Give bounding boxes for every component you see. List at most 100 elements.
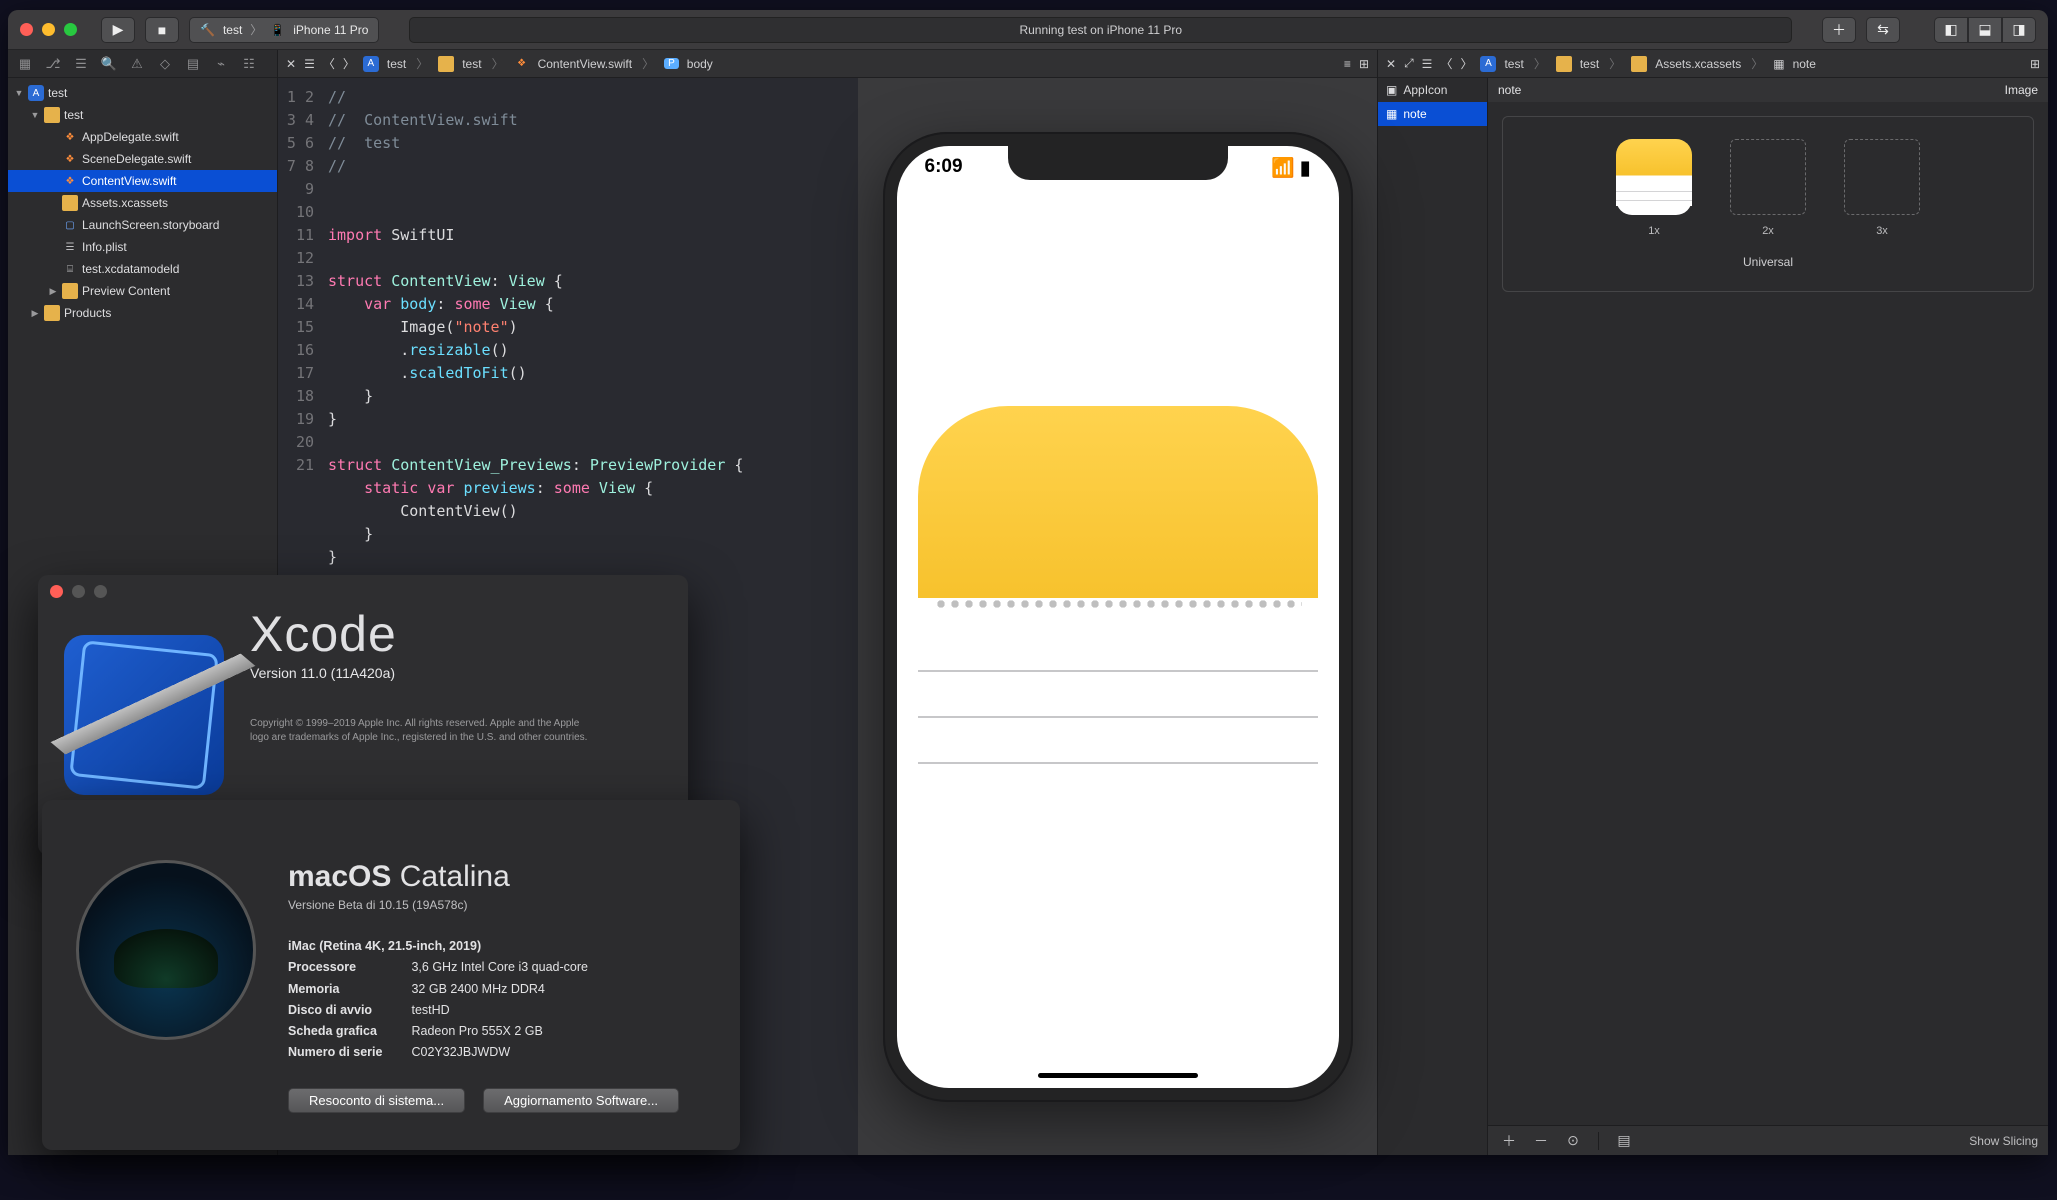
- related-items-icon[interactable]: ☰: [1422, 57, 1433, 71]
- xcode-app-icon: [64, 635, 224, 795]
- about-xcode-version: Version 11.0 (11A420a): [250, 665, 590, 681]
- forward-icon[interactable]: 〉: [343, 55, 355, 72]
- appicon-icon: ▣: [1386, 83, 1397, 97]
- report-navigator-icon[interactable]: ☷: [240, 56, 258, 72]
- jumpbar-proj[interactable]: test: [1504, 57, 1523, 71]
- window-controls: [20, 23, 77, 36]
- related-items-icon[interactable]: ☰: [304, 57, 315, 71]
- zoom-window-icon[interactable]: [64, 23, 77, 36]
- minimize-window-icon[interactable]: [42, 23, 55, 36]
- outline-view-button[interactable]: ▤: [1613, 1132, 1635, 1149]
- test-navigator-icon[interactable]: ◇: [156, 56, 174, 72]
- close-split-icon[interactable]: ✕: [286, 57, 296, 71]
- xcodeproj-icon: A: [363, 56, 379, 72]
- back-icon[interactable]: 〈: [323, 55, 335, 72]
- software-update-button[interactable]: Aggiornamento Software...: [483, 1088, 679, 1113]
- editor-options-icon[interactable]: ≡: [1344, 57, 1351, 71]
- jumpbar-assets-file[interactable]: Assets.xcassets: [1655, 57, 1741, 71]
- asset-footer: ＋ － ⊙ ▤ Show Slicing: [1488, 1125, 2048, 1155]
- find-navigator-icon[interactable]: 🔍: [100, 56, 118, 72]
- note-thumbnail-icon: [1616, 139, 1692, 215]
- add-asset-button[interactable]: ＋: [1498, 1131, 1520, 1151]
- toggle-navigator-button[interactable]: ◧: [1934, 17, 1968, 43]
- folder-products[interactable]: ▶Products: [8, 302, 277, 324]
- asset-item-note[interactable]: ▦note: [1378, 102, 1487, 126]
- titlebar: ▶ ■ 🔨 test 〉 📱 iPhone 11 Pro Running tes…: [8, 10, 2048, 50]
- project-root[interactable]: ▼Atest: [8, 82, 277, 104]
- system-report-button[interactable]: Resoconto di sistema...: [288, 1088, 465, 1113]
- phone-icon: 📱: [270, 23, 285, 37]
- run-button[interactable]: ▶: [101, 17, 135, 43]
- spec-gpu: Scheda grafica Radeon Pro 555X 2 GB: [288, 1021, 679, 1042]
- xcodeproj-icon: A: [1480, 56, 1496, 72]
- folder-previewcontent[interactable]: ▶Preview Content: [8, 280, 277, 302]
- minimize-window-icon[interactable]: [72, 585, 85, 598]
- well-2x[interactable]: 2x: [1730, 139, 1806, 237]
- jumpbar-editor[interactable]: ✕ ☰ 〈 〉 A test〉 test〉 ❖ ContentView.swif…: [278, 50, 1377, 78]
- asset-editor-pane: ✕ ⤢ ☰ 〈 〉 A test〉 test〉 Assets.xcassets〉…: [1378, 50, 2048, 1155]
- filter-asset-button[interactable]: ⊙: [1562, 1132, 1584, 1149]
- add-button[interactable]: ＋: [1822, 17, 1856, 43]
- imageset-idiom: Universal: [1521, 255, 2015, 269]
- add-editor-icon[interactable]: ⊞: [1359, 57, 1369, 71]
- about-xcode-copyright: Copyright © 1999–2019 Apple Inc. All rig…: [250, 717, 590, 744]
- asset-type: Image: [2005, 83, 2038, 97]
- about-mac-os: macOS Catalina: [288, 860, 679, 894]
- scheme-selector[interactable]: 🔨 test 〉 📱 iPhone 11 Pro: [189, 17, 379, 43]
- jumpbar-folder[interactable]: test: [462, 57, 481, 71]
- file-scenedelegate[interactable]: ❖SceneDelegate.swift: [8, 148, 277, 170]
- close-window-icon[interactable]: [20, 23, 33, 36]
- add-editor-icon[interactable]: ⊞: [2030, 57, 2040, 71]
- file-datamodel[interactable]: ⌸test.xcdatamodeld: [8, 258, 277, 280]
- panel-toggles: ◧ ⬓ ◨: [1934, 17, 2036, 43]
- code-review-button[interactable]: ⇆: [1866, 17, 1900, 43]
- show-slicing-button[interactable]: Show Slicing: [1969, 1134, 2038, 1148]
- simulator-phone: 6:09 📶 ▮: [883, 132, 1353, 1102]
- asset-item-label: AppIcon: [1403, 83, 1447, 97]
- project-name: test: [48, 86, 67, 100]
- file-label: test.xcdatamodeld: [82, 262, 179, 276]
- jumpbar-assets[interactable]: ✕ ⤢ ☰ 〈 〉 A test〉 test〉 Assets.xcassets〉…: [1378, 50, 2048, 78]
- debug-navigator-icon[interactable]: ▤: [184, 56, 202, 72]
- folder-icon: [1631, 56, 1647, 72]
- well-3x[interactable]: 3x: [1844, 139, 1920, 237]
- file-infoplist[interactable]: ☰Info.plist: [8, 236, 277, 258]
- asset-item-appicon[interactable]: ▣ AppIcon: [1378, 78, 1487, 102]
- jumpbar-symbol[interactable]: body: [687, 57, 713, 71]
- file-assets[interactable]: Assets.xcassets: [8, 192, 277, 214]
- about-mac-version: Versione Beta di 10.15 (19A578c): [288, 898, 679, 912]
- remove-asset-button[interactable]: －: [1530, 1131, 1552, 1151]
- spec-disk: Disco di avvio testHD: [288, 1000, 679, 1021]
- source-control-navigator-icon[interactable]: ⎇: [44, 56, 62, 72]
- symbol-navigator-icon[interactable]: ☰: [72, 56, 90, 72]
- zoom-window-icon[interactable]: [94, 585, 107, 598]
- jumpbar-asset-item[interactable]: note: [1793, 57, 1816, 71]
- expand-icon[interactable]: ⤢: [1404, 56, 1414, 71]
- spec-cpu: Processore 3,6 GHz Intel Core i3 quad-co…: [288, 957, 679, 978]
- toggle-debug-button[interactable]: ⬓: [1968, 17, 2002, 43]
- well-1x[interactable]: 1x: [1616, 139, 1692, 237]
- close-split-icon[interactable]: ✕: [1386, 57, 1396, 71]
- spec-model: iMac (Retina 4K, 21.5-inch, 2019): [288, 936, 679, 957]
- project-navigator-icon[interactable]: ▦: [16, 56, 34, 72]
- close-window-icon[interactable]: [50, 585, 63, 598]
- breakpoint-navigator-icon[interactable]: ⌁: [212, 56, 230, 72]
- file-contentview[interactable]: ❖ContentView.swift: [8, 170, 277, 192]
- activity-text: Running test on iPhone 11 Pro: [1019, 23, 1182, 37]
- jumpbar-folder[interactable]: test: [1580, 57, 1599, 71]
- forward-icon[interactable]: 〉: [1460, 55, 1472, 72]
- toggle-inspector-button[interactable]: ◨: [2002, 17, 2036, 43]
- folder-icon: [1556, 56, 1572, 72]
- back-icon[interactable]: 〈: [1440, 55, 1452, 72]
- file-launchscreen[interactable]: ▢LaunchScreen.storyboard: [8, 214, 277, 236]
- jumpbar-proj[interactable]: test: [387, 57, 406, 71]
- issue-navigator-icon[interactable]: ⚠: [128, 56, 146, 72]
- preview-canvas[interactable]: 6:09 📶 ▮: [858, 78, 1377, 1155]
- file-label: Info.plist: [82, 240, 127, 254]
- file-appdelegate[interactable]: ❖AppDelegate.swift: [8, 126, 277, 148]
- stop-button[interactable]: ■: [145, 17, 179, 43]
- chevron-right-icon: 〉: [250, 21, 262, 38]
- jumpbar-file[interactable]: ContentView.swift: [538, 57, 633, 71]
- imageset-icon: ▦: [1386, 107, 1397, 121]
- folder-test[interactable]: ▼test: [8, 104, 277, 126]
